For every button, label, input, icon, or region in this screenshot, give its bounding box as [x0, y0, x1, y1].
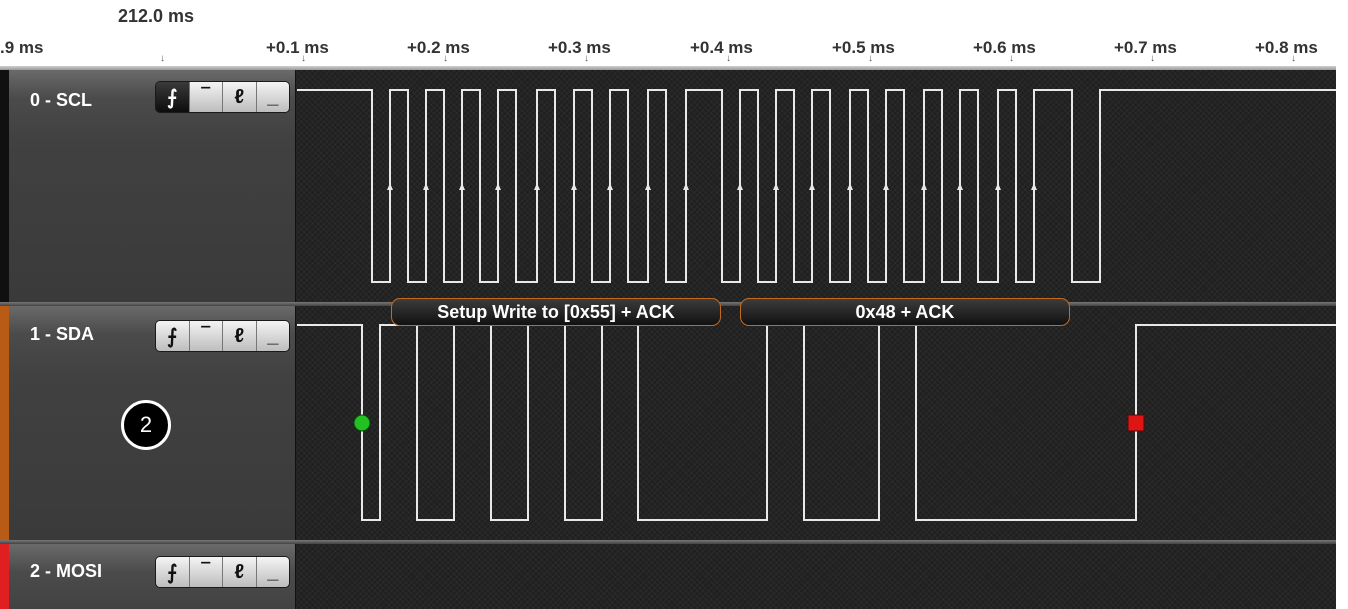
sample-arrow-icon	[495, 183, 501, 190]
sda-waveform	[297, 324, 1336, 521]
sample-arrow-icon	[809, 183, 815, 190]
sample-arrow-icon	[847, 183, 853, 190]
sample-arrow-icon	[459, 183, 465, 190]
sample-arrow-icon	[773, 183, 779, 190]
stop-condition-marker-icon[interactable]	[1127, 414, 1145, 432]
scl-sample-arrows	[387, 183, 1037, 190]
start-condition-marker-icon[interactable]	[353, 414, 371, 432]
sample-arrow-icon	[423, 183, 429, 190]
sample-arrow-icon	[387, 183, 393, 190]
sample-arrow-icon	[683, 183, 689, 190]
sample-arrow-icon	[995, 183, 1001, 190]
sample-arrow-icon	[645, 183, 651, 190]
decoded-packet-label[interactable]: 0x48 + ACK	[740, 298, 1070, 326]
sample-arrow-icon	[737, 183, 743, 190]
sample-arrow-icon	[921, 183, 927, 190]
sample-arrow-icon	[607, 183, 613, 190]
sample-arrow-icon	[957, 183, 963, 190]
decoded-packet-label[interactable]: Setup Write to [0x55] + ACK	[391, 298, 721, 326]
sample-arrow-icon	[571, 183, 577, 190]
sample-arrow-icon	[534, 183, 540, 190]
step-number-badge: 2	[121, 400, 171, 450]
logic-analyzer-window: 212.0 ms .9 ms +0.1 ms +0.2 ms +0.3 ms +…	[0, 0, 1336, 609]
scl-waveform	[297, 89, 1336, 283]
sample-arrow-icon	[883, 183, 889, 190]
sample-arrow-icon	[1031, 183, 1037, 190]
